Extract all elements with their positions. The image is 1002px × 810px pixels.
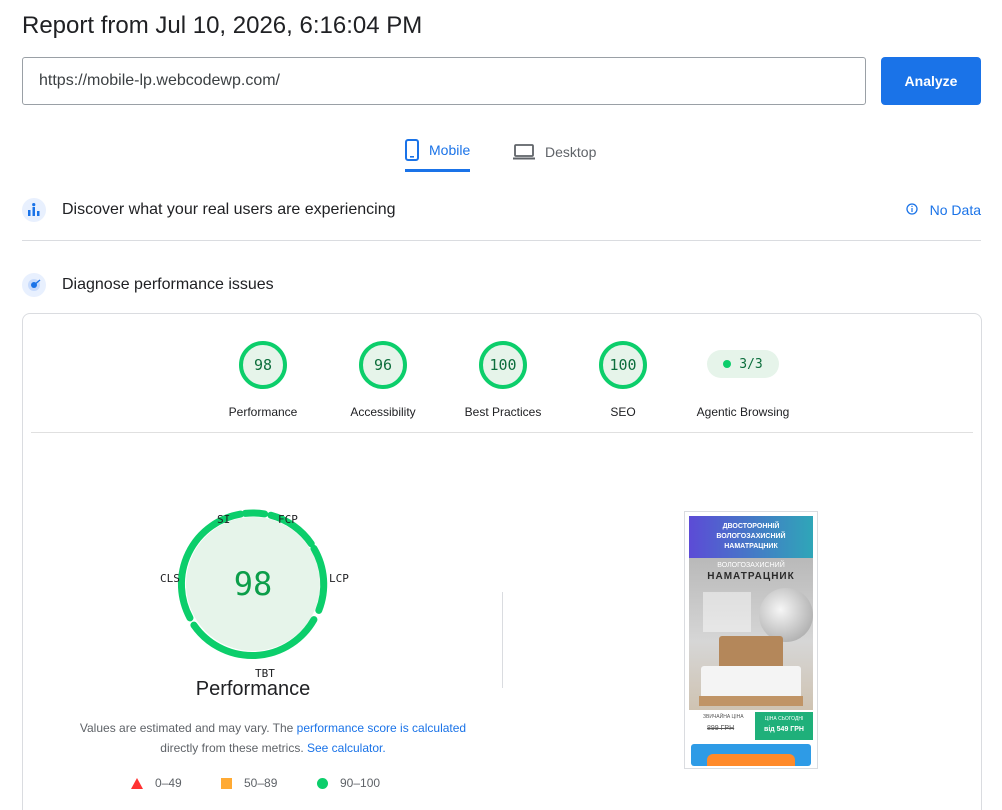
diagnose-section: Diagnose performance issues [22,268,981,302]
old-price: 899 ГРН [707,725,735,732]
gauge-score: 100 [489,356,517,374]
diagnostics-card: 98 Performance 96 Accessibility 100 Best… [22,313,982,810]
gauge-label: Accessibility [350,405,416,419]
note-text: Values are estimated and may vary. The [79,721,297,735]
card-divider [31,432,973,433]
users-chart-icon [22,198,46,222]
new-price-box: ЦІНА СЬОГОДНІ від 549 ГРН [755,712,813,740]
bed-headboard-image [719,636,783,670]
legend-range: 50–89 [244,776,278,790]
gauge-best-practices[interactable]: 100 Best Practices [438,340,568,419]
screenshot-hero: ВОЛОГОЗАХИСНИЙ НАМАТРАЦНИК [689,558,813,710]
screenshot-cta-button [707,754,795,766]
final-screenshot: ДВОСТОРОННІЙ ВОЛОГОЗАХИСНИЙ НАМАТРАЦНИК … [684,511,818,769]
screenshot-title: НАМАТРАЦНИК [707,571,795,582]
laptop-icon [513,144,535,160]
mattress-roll-image [759,588,813,642]
info-icon [905,202,918,218]
phone-icon [405,138,419,161]
section-divider [22,240,981,241]
bed-base-image [699,696,803,706]
field-data-section: Discover what your real users are experi… [22,193,981,227]
legend-item-pass: 90–100 [317,776,380,790]
performance-score: 98 [233,565,273,603]
average-square-icon [221,777,232,789]
pass-dot-icon [723,360,732,368]
tab-mobile[interactable]: Mobile [405,132,471,172]
gauge-score: 98 [253,356,273,374]
gauge-label: SEO [610,405,636,419]
gauge-accessibility[interactable]: 96 Accessibility [318,340,448,419]
score-ring: 100 [598,340,648,390]
lighthouse-icon [22,273,46,297]
gauge-agentic-browsing[interactable]: 3/3 Agentic Browsing [678,340,808,419]
field-data-label: Discover what your real users are experi… [62,201,396,218]
agentic-value: 3/3 [739,356,763,372]
screenshot-subtitle: ВОЛОГОЗАХИСНИЙ [717,562,785,569]
agentic-pill: 3/3 [707,350,779,378]
legend-range: 0–49 [155,776,182,790]
bed-image [701,666,801,698]
calculator-link[interactable]: See calculator. [307,741,386,755]
url-input[interactable] [22,57,866,105]
metric-fcp: FCP [278,513,298,526]
no-data-link[interactable]: No Data [905,202,981,218]
screenshot-cta [691,744,811,766]
metric-lcp: LCP [329,572,349,585]
metric-si: SI [217,513,231,526]
vertical-divider [502,592,503,688]
gauge-label: Best Practices [464,405,542,419]
screenshot-price-bar: ЗВИЧАЙНА ЦІНА 899 ГРН ЦІНА СЬОГОДНІ від … [689,710,813,740]
diagnose-label: Diagnose performance issues [62,276,274,293]
new-price-label: ЦІНА СЬОГОДНІ [764,716,804,722]
gauge-label: Agentic Browsing [696,405,790,419]
note-text: directly from these metrics. [160,741,307,755]
tab-desktop[interactable]: Desktop [513,132,596,172]
new-price: від 549 ГРН [764,726,804,733]
screenshot-text-block [703,592,751,632]
gauge-score: 100 [609,356,637,374]
gauge-performance[interactable]: 98 Performance [198,340,328,419]
legend-range: 90–100 [340,776,381,790]
no-data-label: No Data [929,202,981,218]
old-price-label: ЗВИЧАЙНА ЦІНА [703,714,744,720]
performance-title: Performance [195,678,311,700]
estimate-note: Values are estimated and may vary. The p… [43,718,503,758]
gauge-label: Performance [228,405,298,419]
score-ring: 100 [478,340,528,390]
report-title: Report from Jul 10, 2026, 6:16:04 PM [22,12,423,39]
tab-desktop-label: Desktop [545,144,597,160]
tab-mobile-label: Mobile [429,141,471,158]
score-calculation-link[interactable]: performance score is calculated [297,721,466,735]
score-ring: 98 [238,340,288,390]
screenshot-header: ДВОСТОРОННІЙ ВОЛОГОЗАХИСНИЙ НАМАТРАЦНИК [689,516,813,558]
pass-circle-icon [317,777,328,789]
legend-item-average: 50–89 [221,776,277,790]
gauge-seo[interactable]: 100 SEO [558,340,688,419]
legend-item-fail: 0–49 [131,776,182,790]
score-ring: 96 [358,340,408,390]
metric-cls: CLS [160,572,180,585]
analyze-button[interactable]: Analyze [881,57,981,105]
gauge-score: 96 [373,356,393,374]
fail-triangle-icon [131,777,143,789]
